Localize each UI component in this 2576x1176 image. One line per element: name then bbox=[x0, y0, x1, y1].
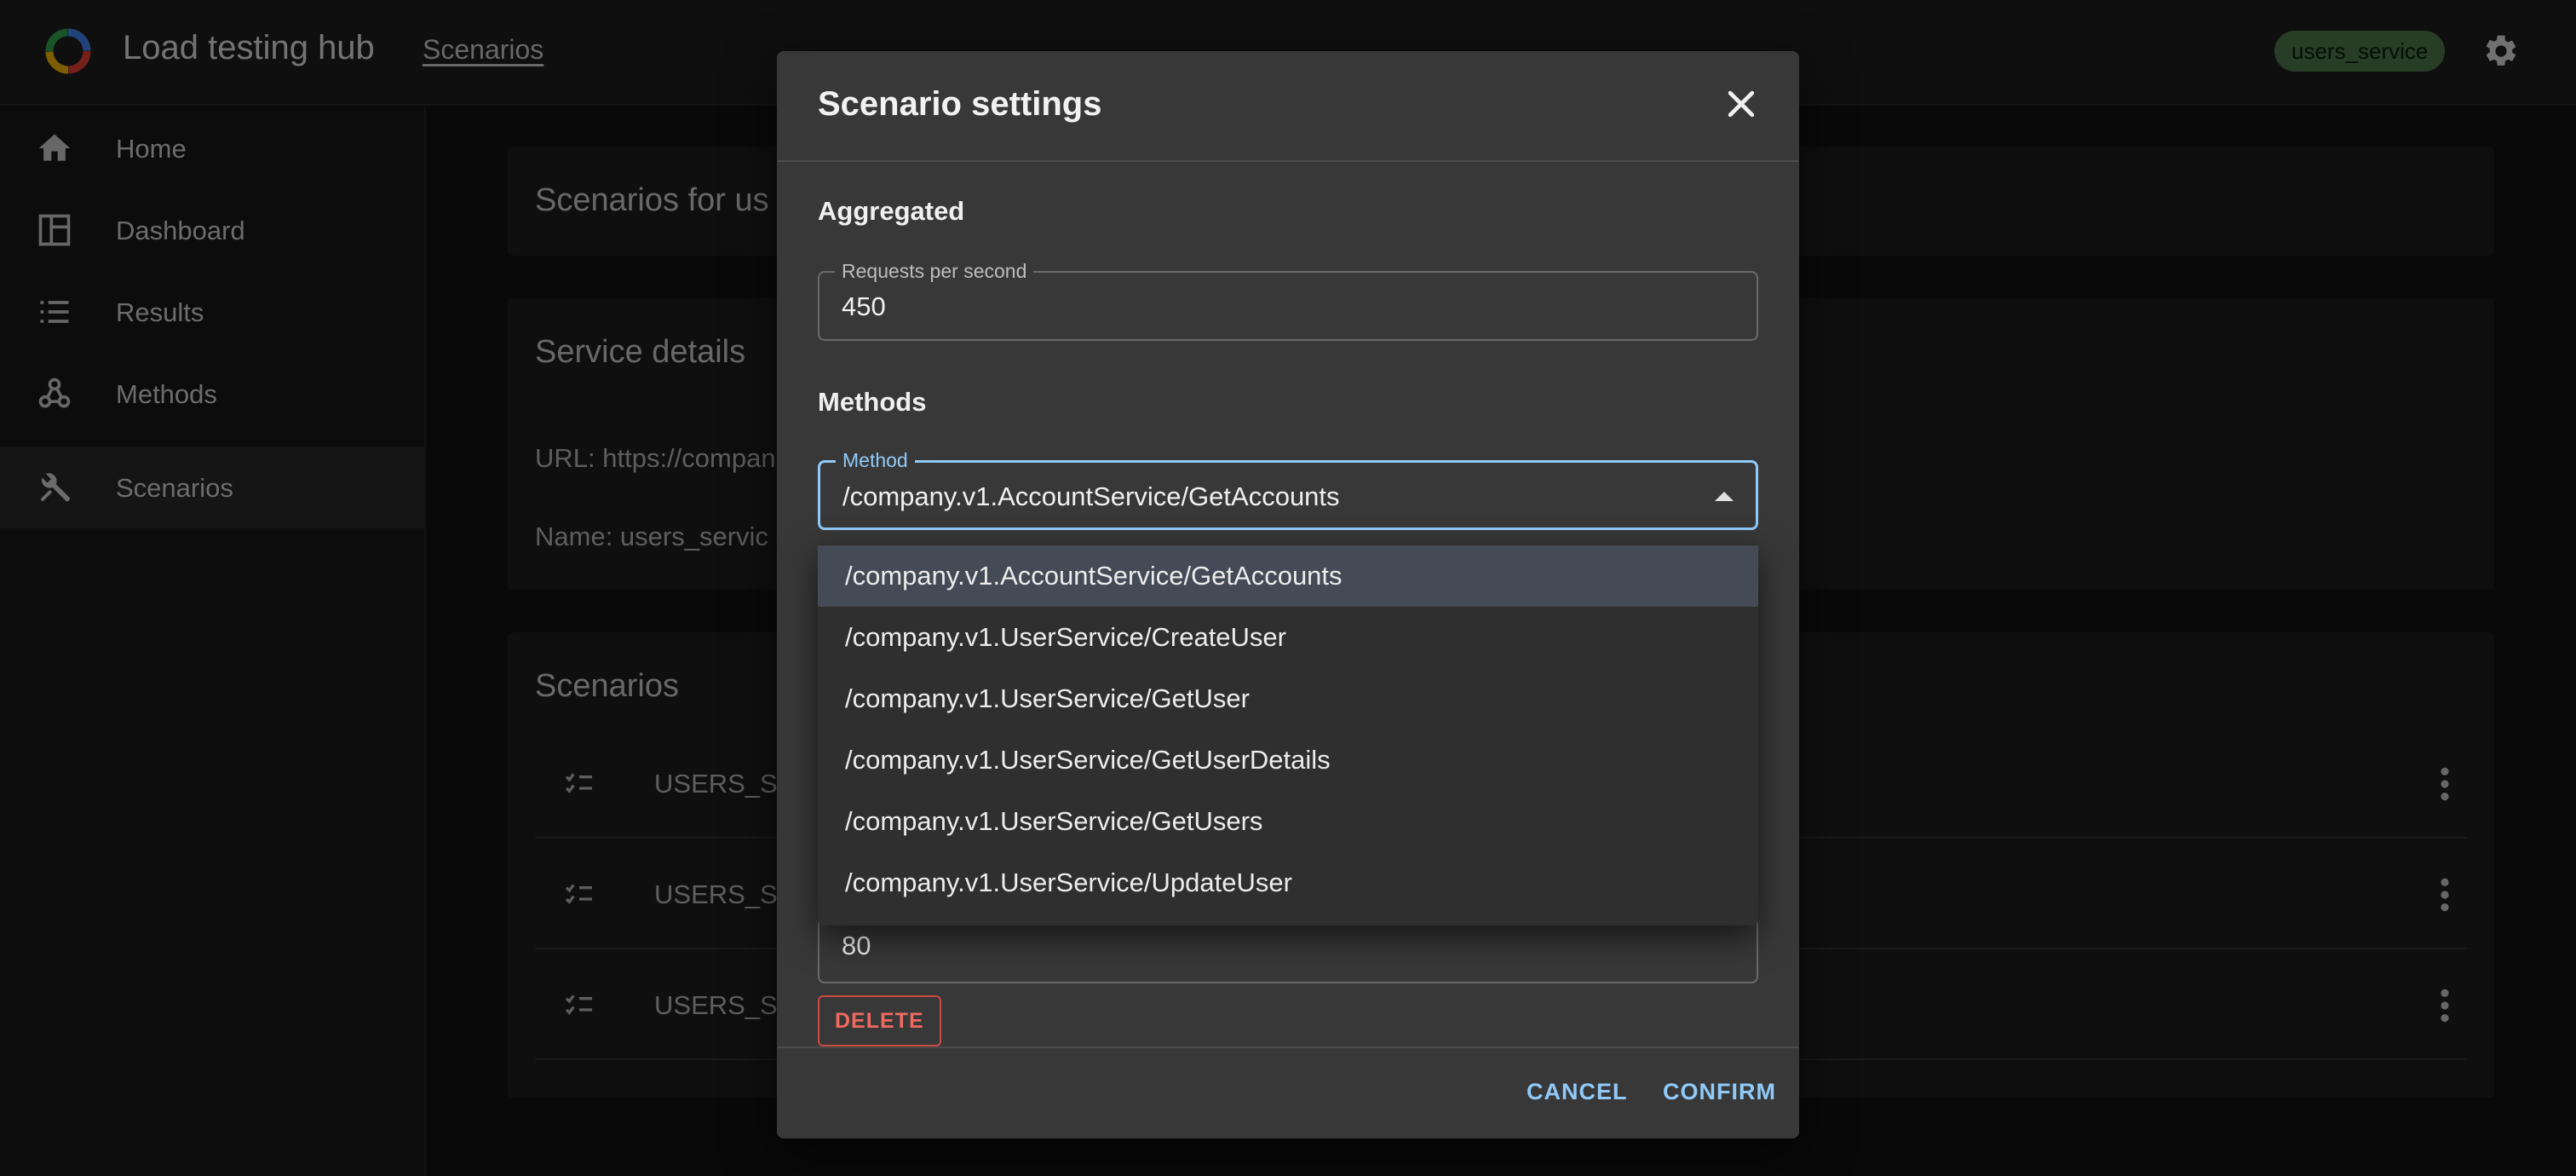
method-value: /company.v1.AccountService/GetAccounts bbox=[842, 481, 1340, 511]
confirm-button[interactable]: CONFIRM bbox=[1663, 1079, 1776, 1105]
weight-value: 80 bbox=[842, 931, 871, 960]
method-options-menu: /company.v1.AccountService/GetAccounts /… bbox=[818, 544, 1758, 925]
dialog-title: Scenario settings bbox=[818, 85, 1102, 123]
requests-per-second-value: 450 bbox=[842, 291, 886, 321]
method-select[interactable]: Method /company.v1.AccountService/GetAcc… bbox=[818, 449, 1758, 530]
caret-up-icon[interactable] bbox=[1715, 492, 1734, 501]
delete-button[interactable]: DELETE bbox=[818, 995, 941, 1046]
methods-heading: Methods bbox=[818, 387, 927, 417]
menu-item[interactable]: /company.v1.UserService/UpdateUser bbox=[818, 852, 1758, 914]
requests-per-second-field[interactable]: Requests per second 450 bbox=[818, 260, 1758, 341]
aggregated-heading: Aggregated bbox=[818, 196, 965, 226]
menu-item[interactable]: /company.v1.UserService/GetUserDetails bbox=[818, 729, 1758, 791]
method-label: Method bbox=[836, 449, 915, 472]
menu-item[interactable]: /company.v1.UserService/CreateUser bbox=[818, 607, 1758, 668]
requests-per-second-label: Requests per second bbox=[835, 260, 1034, 283]
dialog-footer-divider bbox=[777, 1046, 1799, 1048]
dialog-header-divider bbox=[777, 160, 1799, 162]
close-icon[interactable] bbox=[1722, 85, 1760, 123]
menu-item[interactable]: /company.v1.AccountService/GetAccounts bbox=[818, 545, 1758, 607]
menu-item[interactable]: /company.v1.UserService/GetUser bbox=[818, 668, 1758, 729]
menu-item[interactable]: /company.v1.UserService/GetUsers bbox=[818, 791, 1758, 852]
cancel-button[interactable]: CANCEL bbox=[1527, 1079, 1628, 1105]
